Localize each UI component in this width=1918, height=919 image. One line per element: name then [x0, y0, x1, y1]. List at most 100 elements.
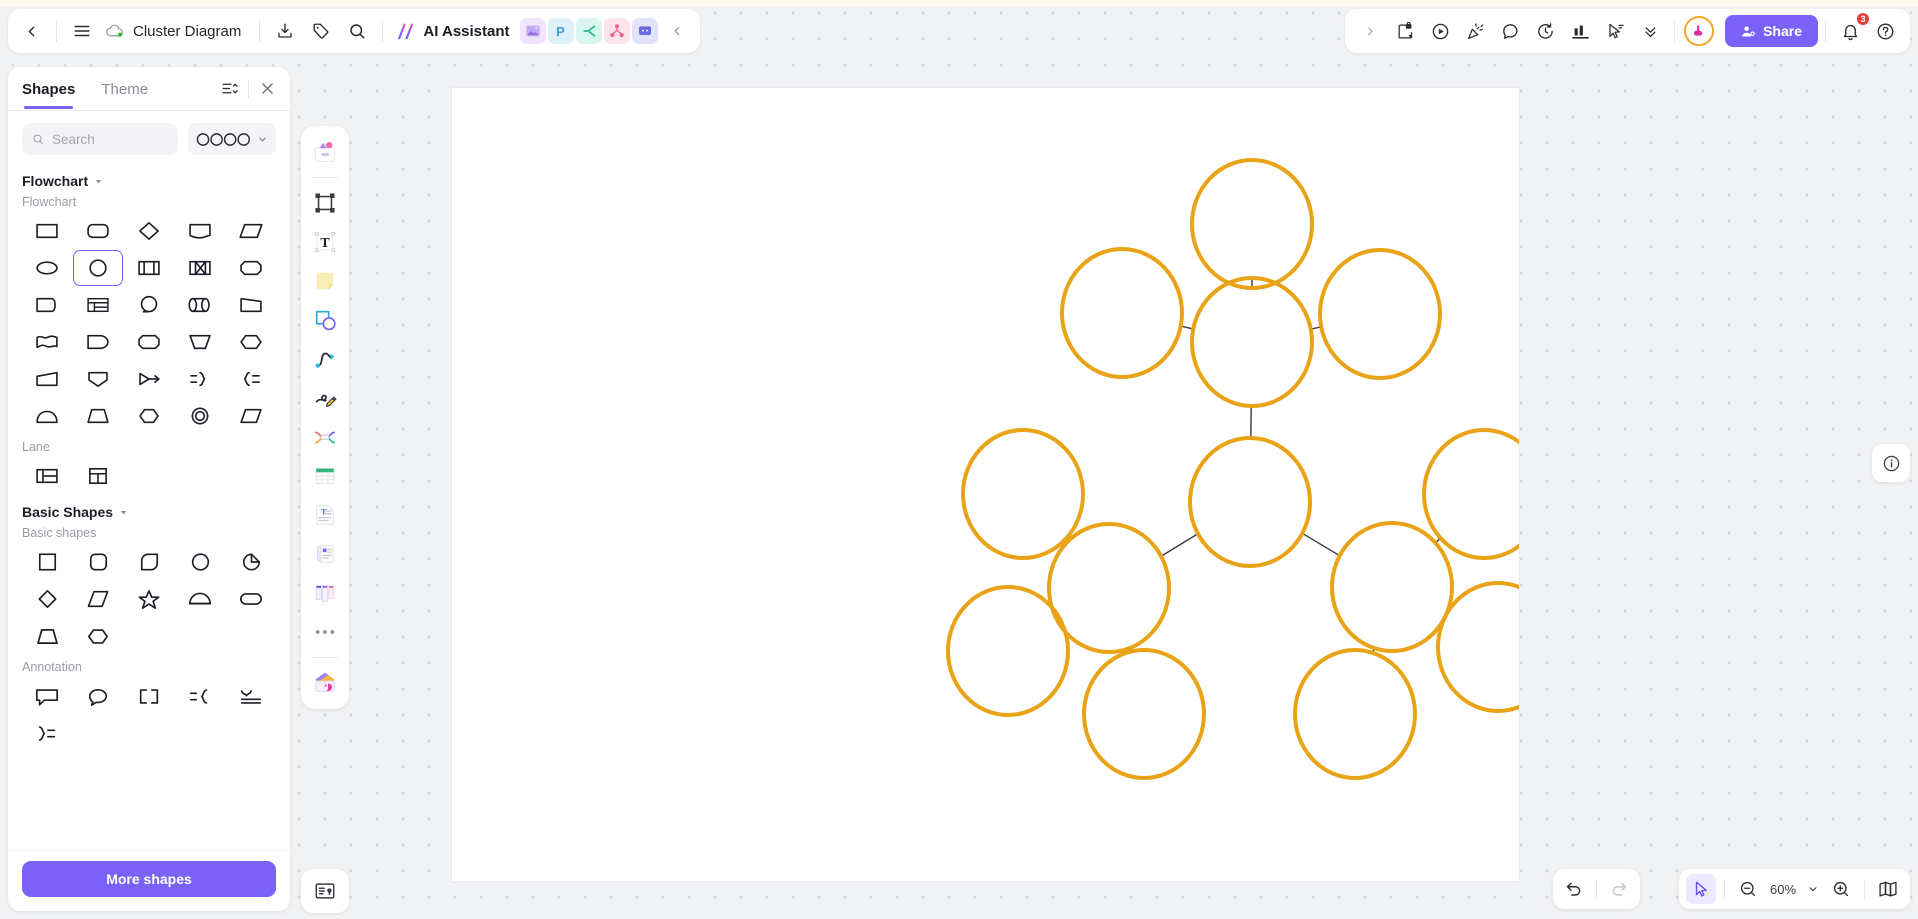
diagram-node[interactable] [1188, 436, 1312, 568]
collapse-apps-button[interactable] [660, 14, 694, 48]
shape-fc-brace-left[interactable] [226, 361, 276, 397]
text-tool[interactable]: T [307, 224, 343, 260]
diagram-node[interactable] [946, 585, 1070, 717]
diagram-node[interactable] [1082, 648, 1206, 780]
document-title[interactable]: Cluster Diagram [101, 23, 251, 40]
avatar[interactable] [1684, 16, 1715, 46]
shape-fc-trapezoid[interactable] [73, 398, 123, 434]
sticky-note-tool[interactable] [307, 263, 343, 299]
diagram-connector[interactable] [1301, 532, 1341, 557]
shapes-scroll-area[interactable]: Flowchart Flowchart Lane Basic Shapes Ba… [8, 163, 290, 850]
history-timer-icon[interactable] [1528, 14, 1562, 48]
info-panel-button[interactable] [1872, 444, 1910, 482]
celebrate-icon[interactable] [1458, 14, 1492, 48]
presentation-mode-tool[interactable] [301, 869, 349, 913]
diagram-node[interactable] [1293, 648, 1417, 780]
shape-bs-circle[interactable] [175, 544, 225, 580]
redo-button[interactable] [1604, 874, 1634, 904]
shape-an-brace-close[interactable] [22, 715, 72, 751]
help-button[interactable] [1868, 14, 1902, 48]
shape-lane-vertical[interactable] [73, 458, 123, 494]
shape-an-brackets[interactable] [124, 678, 174, 714]
app-shortcut-presentation[interactable]: P [547, 18, 574, 44]
shape-fc-predefined-process[interactable] [124, 250, 174, 286]
shape-bs-leaf[interactable] [124, 544, 174, 580]
expand-toolbar-button[interactable] [1353, 14, 1387, 48]
zoom-dropdown-button[interactable] [1803, 874, 1823, 904]
frame-tool[interactable] [307, 185, 343, 221]
more-tools[interactable] [307, 614, 343, 650]
shape-fc-stored-data[interactable] [73, 324, 123, 360]
document-tool[interactable] [307, 536, 343, 572]
pen-draw-tool[interactable] [307, 380, 343, 416]
shape-bs-diamond[interactable] [22, 581, 72, 617]
basic-shape-tool[interactable] [307, 302, 343, 338]
app-shortcut-image-generator[interactable] [519, 18, 546, 44]
shape-fc-or-circle[interactable] [124, 287, 174, 323]
diagram-node[interactable] [1318, 248, 1442, 380]
shape-fc-terminator[interactable] [226, 250, 276, 286]
shape-fc-ellipse[interactable] [22, 250, 72, 286]
diagram-node[interactable] [1330, 521, 1454, 653]
text-block-tool[interactable]: T [307, 497, 343, 533]
shape-fc-manual-input[interactable] [22, 361, 72, 397]
cursor-tool-button[interactable] [1686, 874, 1716, 904]
present-lock-icon[interactable] [1388, 14, 1422, 48]
shape-fc-arrow-flag[interactable] [124, 361, 174, 397]
shape-fc-internal-storage[interactable] [175, 250, 225, 286]
diagram-node[interactable] [1190, 276, 1314, 408]
shape-fc-table[interactable] [73, 287, 123, 323]
table-tool[interactable] [307, 458, 343, 494]
shape-bs-half-circle[interactable] [175, 581, 225, 617]
undo-button[interactable] [1559, 874, 1589, 904]
shape-fc-cloud-flat[interactable] [22, 398, 72, 434]
shape-an-callout-square[interactable] [22, 678, 72, 714]
shape-fc-delay[interactable] [22, 287, 72, 323]
share-button[interactable]: Share [1725, 15, 1818, 47]
more-shapes-button[interactable]: More shapes [22, 861, 276, 897]
shape-lane-horizontal[interactable] [22, 458, 72, 494]
play-icon[interactable] [1423, 14, 1457, 48]
notifications-button[interactable]: 3 [1833, 12, 1870, 48]
shape-fc-decision[interactable] [124, 213, 174, 249]
search-input[interactable] [51, 131, 168, 147]
shape-fc-process[interactable] [22, 213, 72, 249]
app-shortcut-mindmap[interactable] [575, 18, 602, 44]
shape-fc-shield[interactable] [73, 361, 123, 397]
cursor-label-icon[interactable] [1598, 14, 1632, 48]
tab-shapes[interactable]: Shapes [22, 69, 75, 109]
sort-list-icon[interactable] [221, 80, 238, 97]
shape-bs-parallelogram[interactable] [73, 581, 123, 617]
search-input-wrapper[interactable] [22, 123, 178, 155]
diagram-connector[interactable] [1160, 533, 1199, 557]
back-button[interactable] [14, 14, 48, 48]
shape-fc-wave-doc[interactable] [22, 324, 72, 360]
search-icon[interactable] [340, 14, 374, 48]
diagram-node[interactable] [1422, 428, 1519, 560]
shape-bs-square[interactable] [22, 544, 72, 580]
main-menu-button[interactable] [65, 14, 99, 48]
shape-an-brace-curly-right[interactable] [175, 678, 225, 714]
shape-an-callout-round[interactable] [73, 678, 123, 714]
category-flowchart[interactable]: Flowchart [22, 173, 276, 189]
shape-fc-rounded[interactable] [73, 213, 123, 249]
category-basic-shapes[interactable]: Basic Shapes [22, 504, 276, 520]
app-shortcut-comment[interactable] [631, 18, 658, 44]
download-icon[interactable] [268, 14, 302, 48]
shapes-library-tool[interactable] [307, 134, 343, 170]
shape-fc-octagon[interactable] [124, 324, 174, 360]
comment-bubble-icon[interactable] [1493, 14, 1527, 48]
shape-bs-trapezoid[interactable] [22, 618, 72, 654]
minimap-button[interactable] [1873, 874, 1903, 904]
shape-fc-parallelogram[interactable] [226, 213, 276, 249]
diagram-canvas[interactable] [452, 88, 1519, 881]
tag-icon[interactable] [304, 14, 338, 48]
diagram-node[interactable] [961, 428, 1085, 560]
close-icon[interactable] [259, 80, 276, 97]
chart-icon[interactable] [1563, 14, 1597, 48]
shape-bs-star[interactable] [124, 581, 174, 617]
zoom-in-button[interactable] [1826, 874, 1856, 904]
shape-fc-manual-operation[interactable] [175, 324, 225, 360]
tab-theme[interactable]: Theme [101, 69, 148, 108]
shape-fc-document[interactable] [175, 213, 225, 249]
